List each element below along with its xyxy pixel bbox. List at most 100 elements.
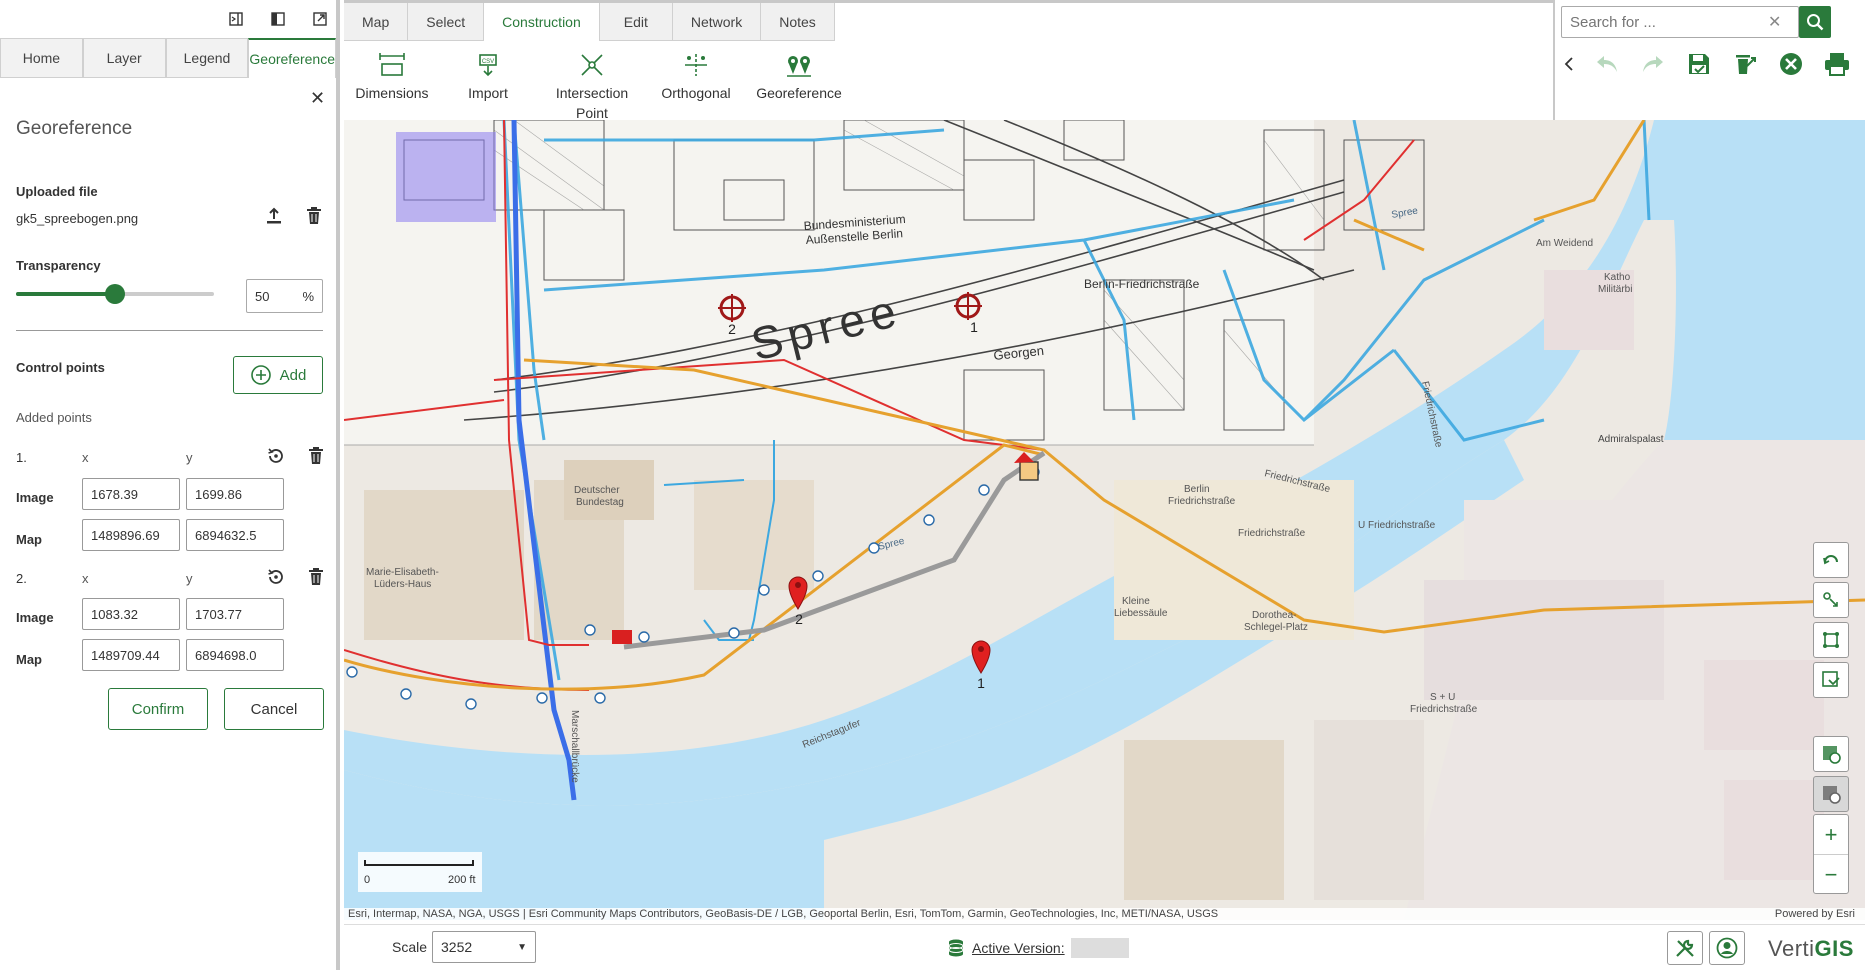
- previous-extent-icon: [1823, 786, 1841, 804]
- panel-toolbar: [0, 0, 336, 38]
- intersection-icon: [581, 54, 603, 76]
- undo-icon[interactable]: [1593, 50, 1621, 78]
- tab-georeference[interactable]: Georeference: [248, 38, 336, 78]
- zoom-out-button[interactable]: −: [1814, 855, 1848, 895]
- transparency-slider[interactable]: [16, 284, 214, 304]
- search-button[interactable]: [1799, 6, 1831, 38]
- database-icon: [948, 939, 964, 957]
- basemap-toggle-button[interactable]: [1813, 736, 1849, 772]
- marie-label-1: Marie-Elisabeth-: [366, 567, 439, 578]
- save-edits-icon[interactable]: [1685, 50, 1713, 78]
- map-label: Map: [16, 532, 42, 547]
- image-y-field[interactable]: 1703.77: [186, 598, 284, 630]
- tab-home[interactable]: Home: [0, 38, 83, 77]
- left-panel: Home Layer Legend Georeference ✕ Georefe…: [0, 0, 340, 970]
- dock-left-icon[interactable]: [226, 9, 246, 29]
- import-button[interactable]: CSV Import: [440, 51, 536, 123]
- tab-layer[interactable]: Layer: [82, 38, 166, 77]
- user-button[interactable]: [1709, 931, 1745, 965]
- point-index: 1.: [16, 450, 27, 465]
- reset-point-icon[interactable]: [264, 444, 288, 468]
- search-input[interactable]: [1570, 13, 1760, 31]
- app: Home Layer Legend Georeference ✕ Georefe…: [0, 0, 1865, 970]
- chevron-left-icon[interactable]: [1563, 50, 1575, 78]
- kleine-label-1: Kleine: [1122, 596, 1150, 607]
- intersection-point-button[interactable]: Intersection Point: [536, 51, 648, 123]
- bundestag-label-1: Deutscher: [574, 485, 620, 496]
- scalebar-start: 0: [364, 874, 371, 886]
- add-label: Add: [279, 366, 307, 384]
- x-header: x: [82, 571, 89, 586]
- transparency-label: Transparency: [16, 258, 101, 273]
- marker-2-label: 2: [795, 611, 803, 627]
- zoom-in-button[interactable]: +: [1814, 815, 1848, 855]
- map-x-field[interactable]: 1489896.69: [82, 519, 180, 551]
- tab-network[interactable]: Network: [672, 3, 762, 41]
- added-points-label: Added points: [16, 410, 92, 425]
- map-x-field[interactable]: 1489709.44: [82, 639, 180, 671]
- snapping-button[interactable]: [1813, 582, 1849, 618]
- dorothea-label-2: Schlegel-Platz: [1244, 622, 1308, 633]
- ribbon: Map Select Construction Edit Network Not…: [344, 0, 1553, 123]
- reset-point-icon[interactable]: [264, 565, 288, 589]
- print-icon[interactable]: [1823, 50, 1851, 78]
- scale-select[interactable]: 3252 ▼: [432, 931, 536, 963]
- dimensions-label: Dimensions: [355, 85, 429, 101]
- cancel-edit-icon[interactable]: [1777, 50, 1805, 78]
- search-area: ✕: [1553, 0, 1865, 120]
- previous-extent-button[interactable]: [1813, 776, 1849, 812]
- map-layers-button[interactable]: [1813, 662, 1849, 698]
- close-icon[interactable]: ✕: [310, 88, 325, 109]
- add-point-button[interactable]: Add: [233, 356, 323, 394]
- upload-icon[interactable]: [262, 204, 286, 228]
- delete-point-icon[interactable]: [304, 565, 328, 589]
- orthogonal-icon: [685, 54, 707, 76]
- redo-icon[interactable]: [1639, 50, 1667, 78]
- split-panel-icon[interactable]: [268, 9, 288, 29]
- station-scan-label: Berlin-Friedrichstraße: [1084, 277, 1200, 291]
- clear-search-icon[interactable]: ✕: [1768, 12, 1781, 32]
- search-icon: [1807, 14, 1824, 31]
- discard-edits-icon[interactable]: [1731, 50, 1759, 78]
- scalebar-line: [364, 860, 474, 866]
- friedrichstrasse-label-3: Friedrichstraße: [1238, 528, 1306, 539]
- transparency-input[interactable]: 50 %: [246, 279, 323, 313]
- map-y-field[interactable]: 6894698.0: [186, 639, 284, 671]
- pop-out-icon[interactable]: [310, 9, 330, 29]
- confirm-button[interactable]: Confirm: [108, 688, 208, 730]
- tab-legend[interactable]: Legend: [165, 38, 249, 77]
- image-y-field[interactable]: 1699.86: [186, 478, 284, 510]
- dimensions-button[interactable]: Dimensions: [344, 51, 440, 123]
- tab-map[interactable]: Map: [344, 3, 409, 41]
- caret-down-icon: ▼: [517, 941, 527, 953]
- marie-label-2: Lüders-Haus: [374, 579, 431, 590]
- georeference-button[interactable]: Georeference: [744, 51, 854, 123]
- select-extent-button[interactable]: [1813, 622, 1849, 658]
- delete-point-icon[interactable]: [304, 444, 328, 468]
- tab-construction[interactable]: Construction: [484, 3, 600, 41]
- tools-button[interactable]: [1667, 931, 1703, 965]
- brand-prefix: Verti: [1768, 936, 1815, 961]
- construction-tools: Dimensions CSV Import Intersection Point …: [344, 51, 854, 123]
- tab-notes[interactable]: Notes: [761, 3, 835, 41]
- target-1-label: 1: [970, 319, 978, 335]
- active-version-link[interactable]: Active Version:: [972, 940, 1065, 956]
- rotate-map-button[interactable]: [1813, 542, 1849, 578]
- intersection-label-1: Intersection: [555, 85, 629, 101]
- zoom-control: + −: [1813, 814, 1849, 894]
- snapping-icon: [1823, 592, 1838, 607]
- map-y-field[interactable]: 6894632.5: [186, 519, 284, 551]
- powered-by[interactable]: Powered by Esri: [1775, 908, 1855, 924]
- image-x-field[interactable]: 1083.32: [82, 598, 180, 630]
- map-view[interactable]: Spree Bundesministerium Außenstelle Berl…: [344, 120, 1865, 920]
- transparency-unit: %: [302, 288, 314, 304]
- tab-select[interactable]: Select: [408, 3, 485, 41]
- brand-suffix: GIS: [1814, 936, 1854, 961]
- delete-file-icon[interactable]: [302, 204, 326, 228]
- cancel-button[interactable]: Cancel: [224, 688, 324, 730]
- transparency-value: 50: [255, 288, 270, 304]
- image-x-field[interactable]: 1678.39: [82, 478, 180, 510]
- orthogonal-button[interactable]: Orthogonal: [648, 51, 744, 123]
- tab-edit[interactable]: Edit: [599, 3, 673, 41]
- slider-thumb[interactable]: [105, 284, 125, 304]
